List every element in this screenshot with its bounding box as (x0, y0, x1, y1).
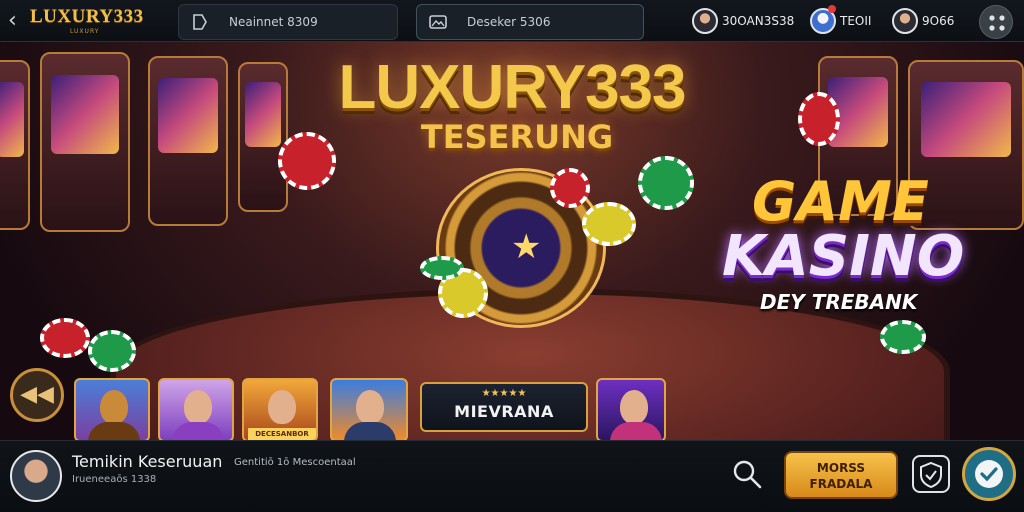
user-name: 9O66 (922, 14, 955, 28)
promo-tagline: DEY TREBANK (760, 290, 918, 314)
rating-stars: ★★★★★ (481, 388, 527, 399)
chip (638, 156, 694, 210)
image-icon (429, 15, 447, 29)
character-face (356, 390, 384, 424)
grid-menu-button[interactable] (979, 5, 1013, 39)
search-button[interactable] (730, 457, 764, 491)
featured-game-card[interactable]: ★★★★★ MIEVRANA (420, 382, 588, 432)
avatar (692, 8, 718, 34)
chip (88, 330, 136, 372)
chevron-left-icon[interactable]: ‹ (8, 9, 26, 33)
character-face (268, 390, 296, 424)
image-search-field[interactable]: Deseker 5306 (416, 4, 644, 40)
channel-subtitle: Irueneeaōs 1338 (72, 474, 157, 485)
top-bar: ‹ LUXURY333 LUXURY Neainnet 8309 Deseker… (0, 0, 1024, 42)
star-icon: ★ (511, 227, 542, 267)
bottom-bar: Temikin Keseruuan Gentitiō 1ō Mescoentaa… (0, 440, 1024, 512)
app-logo-sub: LUXURY (70, 28, 100, 35)
search-icon (733, 460, 762, 489)
chip (582, 202, 636, 246)
bookmark-field[interactable]: Neainnet 8309 (178, 4, 398, 40)
character-face (100, 390, 128, 424)
character-body (610, 422, 662, 440)
character-body (172, 422, 224, 440)
user-name: 30OAN3S38 (722, 14, 795, 28)
cta-button[interactable]: MORSS FRADALA (784, 451, 898, 499)
notification-dot (828, 5, 836, 13)
game-thumbnail[interactable] (158, 378, 234, 442)
cta-line-2: FRADALA (809, 477, 873, 491)
avatar[interactable] (10, 450, 62, 502)
game-thumbnail[interactable] (330, 378, 408, 442)
avatar (892, 8, 918, 34)
chip (40, 318, 90, 358)
grid-menu-icon (989, 15, 1005, 31)
featured-game-label: MIEVRANA (454, 402, 554, 421)
check-icon (975, 460, 1003, 488)
game-thumbnail[interactable] (74, 378, 150, 442)
game-thumbnail[interactable]: DECESANBOR (242, 378, 318, 442)
field-text: Deseker 5306 (467, 15, 551, 29)
check-button[interactable] (962, 447, 1016, 501)
shield-button[interactable] (912, 455, 950, 493)
character-body (344, 422, 396, 440)
hero-subtitle: TESERUNG (420, 118, 614, 156)
thumbnail-caption: DECESANBOR (248, 428, 316, 440)
chip (550, 168, 590, 208)
character-face (620, 390, 648, 424)
character-face (184, 390, 212, 424)
channel-meta: Gentitiō 1ō Mescoentaal (234, 457, 356, 468)
character-body (88, 422, 140, 440)
bookmark-icon (193, 14, 207, 30)
chip (420, 256, 464, 280)
game-thumbnail[interactable] (596, 378, 666, 442)
rewind-icon: ◀◀ (20, 382, 54, 407)
previous-button[interactable]: ◀◀ (10, 368, 64, 422)
user-name: TEOII (840, 14, 872, 28)
promo-line-kasino: KASINO (722, 224, 965, 289)
hero-title: LUXURY333 (338, 53, 686, 122)
app-logo[interactable]: LUXURY333 (30, 6, 144, 28)
user-item[interactable]: 30OAN3S38 (692, 6, 802, 36)
field-text: Neainnet 8309 (229, 15, 318, 29)
channel-title: Temikin Keseruuan (72, 452, 223, 471)
chip (880, 320, 926, 354)
shield-icon (920, 461, 942, 489)
cta-line-1: MORSS (816, 461, 866, 475)
user-item[interactable]: 9O66 (892, 6, 972, 36)
user-item[interactable]: TEOII (810, 5, 884, 36)
